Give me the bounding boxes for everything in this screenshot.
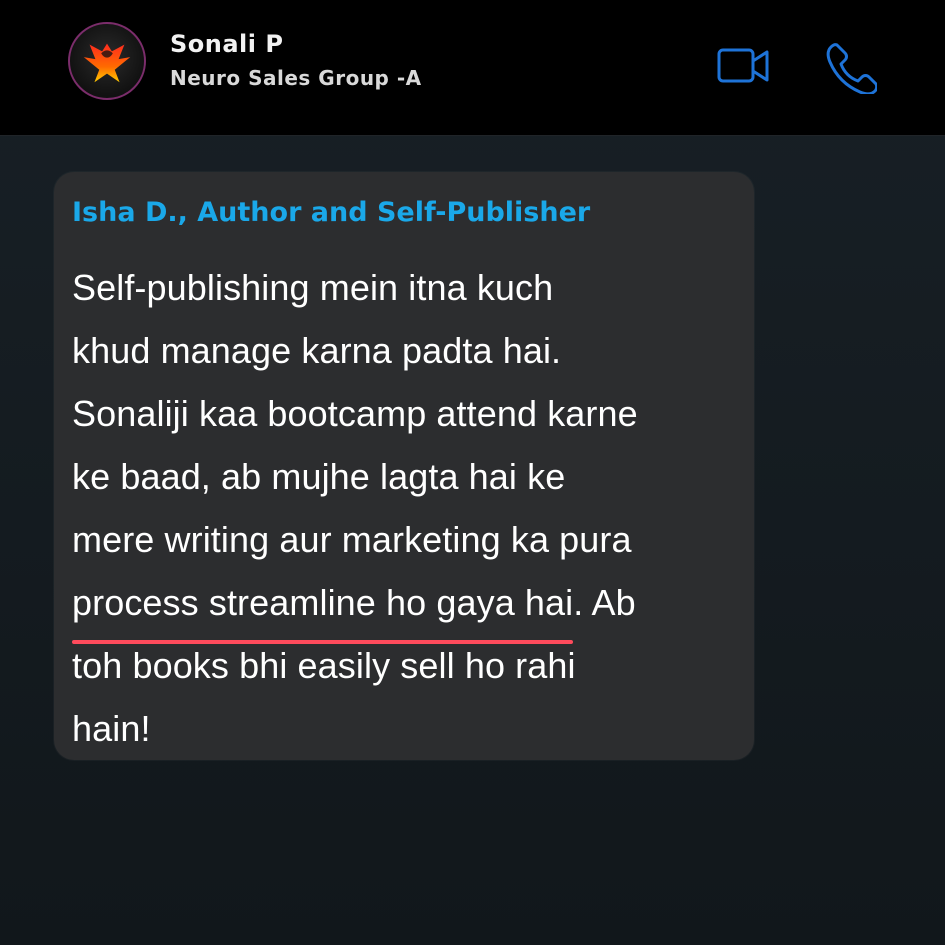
chat-screen: Sonali P Neuro Sales Group -A Isha D., A… [0,0,945,945]
message-line: khud manage karna padta hai. [72,330,562,371]
phoenix-logo-icon [83,43,131,83]
underlined-text: process streamline ho gaya hai [72,571,574,644]
phone-icon [826,43,877,94]
phone-call-button[interactable] [821,38,879,96]
message-line: Self-publishing mein itna kuch [72,267,554,308]
message-line: Sonaliji kaa bootcamp attend karne [72,393,638,434]
video-call-button[interactable] [714,38,772,96]
message-line-tail: . Ab [573,582,636,623]
red-underline [72,640,574,644]
message-body: Self-publishing mein itna kuch khud mana… [72,256,742,760]
avatar[interactable] [68,22,146,100]
message-sender: Isha D., Author and Self-Publisher [72,197,591,228]
message-bubble[interactable]: Isha D., Author and Self-Publisher Self-… [54,172,754,760]
message-line: mere writing aur marketing ka pura [72,519,632,560]
contact-subtitle: Neuro Sales Group -A [170,66,422,90]
message-line: ke baad, ab mujhe lagta hai ke [72,456,566,497]
video-call-icon [717,48,769,83]
contact-name: Sonali P [170,30,284,58]
message-line: hain! [72,708,151,749]
chat-header: Sonali P Neuro Sales Group -A [0,0,945,136]
message-line-underlined: process streamline ho gaya hai . Ab [72,571,742,644]
underlined-phrase: process streamline ho gaya hai [72,582,574,623]
